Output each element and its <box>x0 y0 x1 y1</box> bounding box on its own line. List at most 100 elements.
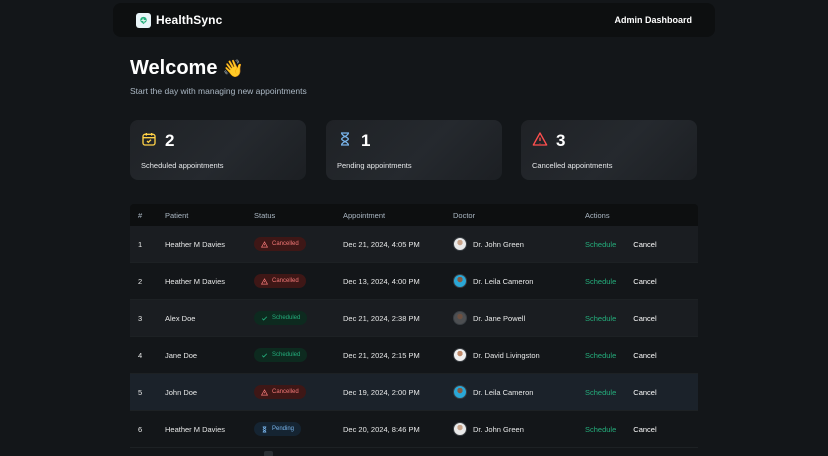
status-badge: Cancelled <box>254 237 306 251</box>
row-number: 5 <box>138 387 143 397</box>
cancel-button[interactable]: Cancel <box>633 425 656 434</box>
doctor-avatar <box>453 237 467 251</box>
status-text: Scheduled <box>272 352 301 358</box>
row-number: 2 <box>138 276 143 286</box>
check-icon <box>261 315 268 321</box>
cancel-button[interactable]: Cancel <box>633 277 656 286</box>
row-number: 3 <box>138 313 143 323</box>
pending-label: Pending appointments <box>337 161 412 170</box>
cancel-button[interactable]: Cancel <box>633 388 656 397</box>
doctor-avatar <box>453 311 467 325</box>
scheduled-count: 2 <box>165 131 175 150</box>
header-number: # <box>138 210 143 220</box>
cancel-button[interactable]: Cancel <box>633 351 656 360</box>
status-text: Cancelled <box>272 241 299 247</box>
patient-name: Alex Doe <box>165 313 196 323</box>
schedule-button[interactable]: Schedule <box>585 314 616 323</box>
patient-name: Heather M Davies <box>165 276 226 286</box>
cancel-button[interactable]: Cancel <box>633 240 656 249</box>
row-number: 1 <box>138 239 143 249</box>
appointment-date: Dec 13, 2024, 4:00 PM <box>343 276 420 286</box>
check-icon <box>261 352 268 358</box>
patient-name: John Doe <box>165 387 198 397</box>
appointments-table: # Patient Status Appointment Doctor Acti… <box>130 204 698 448</box>
stat-card-pending: 1 Pending appointments <box>326 120 502 180</box>
row-number: 6 <box>138 424 143 434</box>
pending-count: 1 <box>361 131 371 150</box>
doctor-name: Dr. Leila Cameron <box>473 276 534 286</box>
brand-name: HealthSync <box>156 13 223 27</box>
doctor-cell: Dr. Leila Cameron <box>453 385 585 399</box>
calendar-icon <box>141 131 157 152</box>
status-badge: Cancelled <box>254 274 306 288</box>
status-text: Scheduled <box>272 315 301 321</box>
doctor-name: Dr. Jane Powell <box>473 313 526 323</box>
table-row: 5 John Doe Cancelled Dec 19, 2024, 2:00 … <box>130 374 698 411</box>
status-text: Cancelled <box>272 278 299 284</box>
doctor-cell: Dr. Leila Cameron <box>453 274 585 288</box>
brand[interactable]: HealthSync <box>136 12 223 28</box>
doctor-avatar <box>453 348 467 362</box>
header-patient: Patient <box>165 210 189 220</box>
schedule-button[interactable]: Schedule <box>585 240 616 249</box>
table-row: 2 Heather M Davies Cancelled Dec 13, 202… <box>130 263 698 300</box>
welcome-header: Welcome 👋 <box>130 57 244 80</box>
row-actions: Schedule Cancel <box>585 314 698 323</box>
doctor-avatar <box>453 385 467 399</box>
appointment-date: Dec 21, 2024, 2:38 PM <box>343 313 420 323</box>
table-row: 4 Jane Doe Scheduled Dec 21, 2024, 2:15 … <box>130 337 698 374</box>
stat-card-cancelled: 3 Cancelled appointments <box>521 120 697 180</box>
doctor-cell: Dr. John Green <box>453 237 585 251</box>
warning-icon <box>261 277 268 284</box>
header-doctor: Doctor <box>453 210 476 220</box>
admin-dashboard-link[interactable]: Admin Dashboard <box>614 15 692 25</box>
warning-icon <box>261 240 268 247</box>
header-status: Status <box>254 210 276 220</box>
table-row: 1 Heather M Davies Cancelled Dec 21, 202… <box>130 226 698 263</box>
table-row: 6 Heather M Davies Pending Dec 20, 2024,… <box>130 411 698 448</box>
schedule-button[interactable]: Schedule <box>585 425 616 434</box>
status-text: Cancelled <box>272 389 299 395</box>
doctor-name: Dr. John Green <box>473 424 524 434</box>
welcome-subtitle: Start the day with managing new appointm… <box>130 86 307 96</box>
appointment-date: Dec 20, 2024, 8:46 PM <box>343 424 420 434</box>
status-text: Pending <box>272 426 295 432</box>
warning-icon <box>532 131 548 152</box>
pagination-button[interactable] <box>264 451 273 456</box>
waving-hand-icon: 👋 <box>222 58 244 78</box>
doctor-cell: Dr. Jane Powell <box>453 311 585 325</box>
status-badge: Scheduled <box>254 311 308 325</box>
patient-name: Heather M Davies <box>165 424 226 434</box>
hourglass-icon <box>262 426 267 432</box>
doctor-name: Dr. Leila Cameron <box>473 387 534 397</box>
doctor-cell: Dr. David Livingston <box>453 348 585 362</box>
row-actions: Schedule Cancel <box>585 388 698 397</box>
table-header: # Patient Status Appointment Doctor Acti… <box>130 204 698 226</box>
appointment-date: Dec 21, 2024, 2:15 PM <box>343 350 420 360</box>
patient-name: Heather M Davies <box>165 239 226 249</box>
doctor-name: Dr. David Livingston <box>473 350 540 360</box>
status-badge: Scheduled <box>254 348 308 362</box>
cancelled-label: Cancelled appointments <box>532 161 613 170</box>
welcome-title: Welcome <box>130 57 218 79</box>
schedule-button[interactable]: Schedule <box>585 388 616 397</box>
doctor-cell: Dr. John Green <box>453 422 585 436</box>
table-row: 3 Alex Doe Scheduled Dec 21, 2024, 2:38 … <box>130 300 698 337</box>
header-actions: Actions <box>585 210 610 220</box>
doctor-name: Dr. John Green <box>473 239 524 249</box>
stat-card-scheduled: 2 Scheduled appointments <box>130 120 306 180</box>
scheduled-label: Scheduled appointments <box>141 161 224 170</box>
patient-name: Jane Doe <box>165 350 198 360</box>
warning-icon <box>261 388 268 395</box>
schedule-button[interactable]: Schedule <box>585 351 616 360</box>
row-number: 4 <box>138 350 143 360</box>
healthsync-logo-icon <box>136 12 151 28</box>
hourglass-icon <box>337 131 353 152</box>
status-badge: Cancelled <box>254 385 306 399</box>
header-appointment: Appointment <box>343 210 386 220</box>
row-actions: Schedule Cancel <box>585 277 698 286</box>
cancelled-count: 3 <box>556 131 566 150</box>
schedule-button[interactable]: Schedule <box>585 277 616 286</box>
doctor-avatar <box>453 422 467 436</box>
cancel-button[interactable]: Cancel <box>633 314 656 323</box>
